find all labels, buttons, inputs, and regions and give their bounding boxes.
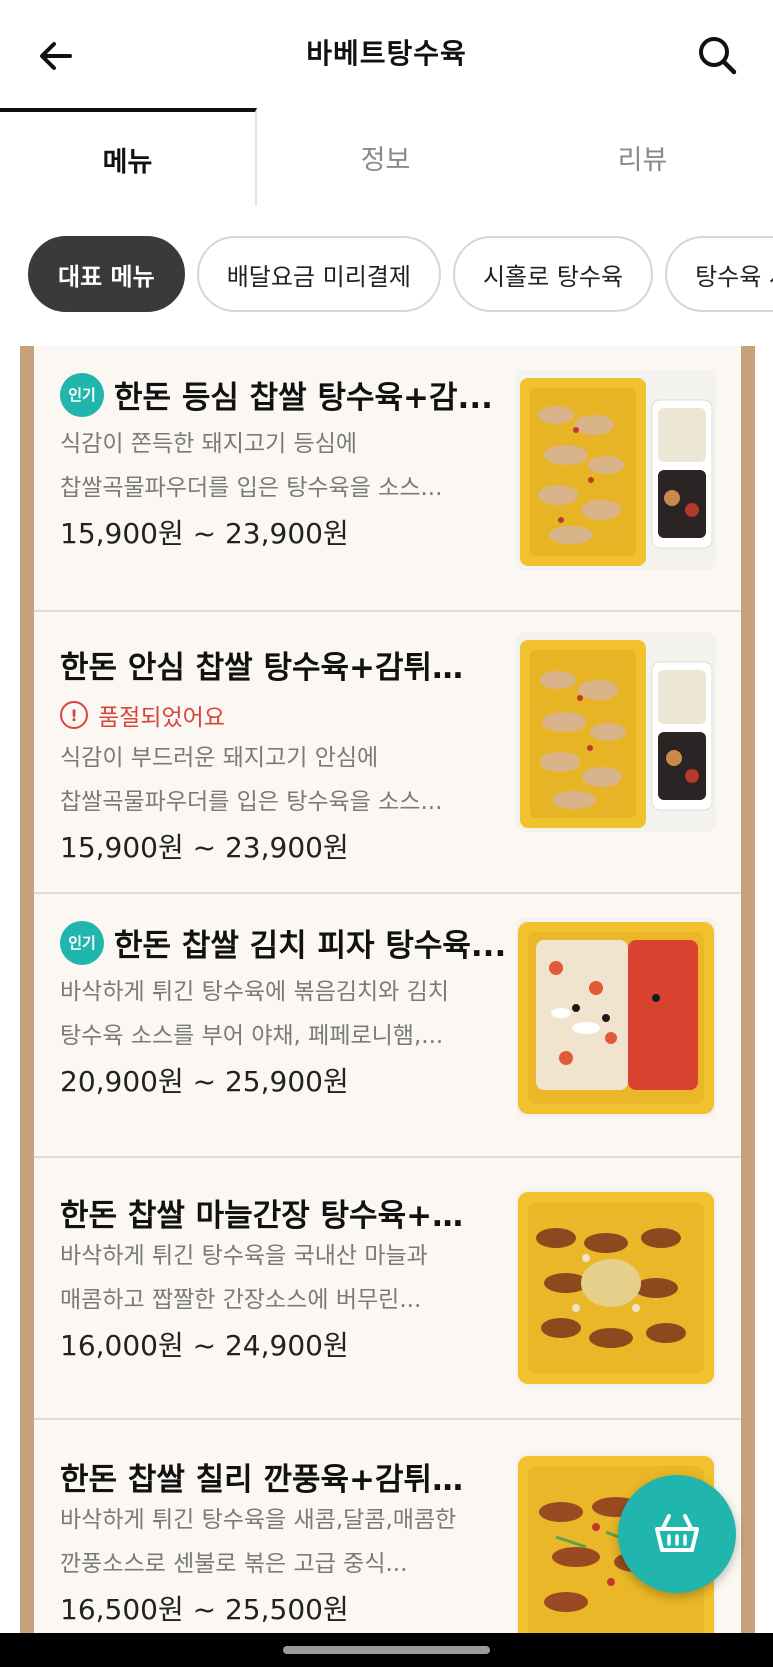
menu-item-price: 15,900원 ~ 23,900원 xyxy=(60,517,349,550)
menu-item-name: 한돈 등심 찹쌀 탕수육+감... xyxy=(114,380,493,416)
menu-item-name: 한돈 찹쌀 김치 피자 탕수육... xyxy=(114,928,507,964)
tab-menu[interactable]: 메뉴 xyxy=(0,108,257,206)
popular-badge: 인기 xyxy=(60,920,104,965)
menu-item[interactable]: 인기 한돈 찹쌀 김치 피자 탕수육... 바삭하게 튀긴 탕수육에 볶음김치와… xyxy=(34,894,741,1158)
menu-item-description: 식감이 쫀득한 돼지고기 등심에 찹쌀곡물파우더를 입은 탕수육을 소스... xyxy=(60,431,443,501)
tab-bar: 메뉴 정보 리뷰 xyxy=(0,108,773,208)
menu-item-description: 바삭하게 튀긴 탕수육을 국내산 마늘과 매콤하고 짭짤한 간장소스에 버무린.… xyxy=(60,1243,428,1313)
chip-signature-menu[interactable]: 대표 메뉴 xyxy=(28,236,185,312)
chip-delivery-prepay[interactable]: 배달요금 미리결제 xyxy=(196,236,441,312)
cart-button[interactable] xyxy=(618,1475,736,1593)
menu-item-image xyxy=(516,1188,716,1388)
menu-item[interactable]: 한돈 안심 찹쌀 탕수육+감튀+... ! 품절되었어요 식감이 부드러운 돼지… xyxy=(34,612,741,894)
app-header: 바베트탕수육 xyxy=(0,0,773,108)
menu-item-name: 한돈 찹쌀 마늘간장 탕수육+감... xyxy=(60,1198,470,1234)
menu-item-description: 바삭하게 튀긴 탕수육에 볶음김치와 김치 탕수육 소스를 부어 야채, 페페로… xyxy=(60,979,449,1049)
menu-item-price: 16,500원 ~ 25,500원 xyxy=(60,1593,349,1626)
basket-icon xyxy=(655,1514,699,1552)
menu-item-description: 바삭하게 튀긴 탕수육을 새콤,달콤,매콤한 깐풍소스로 센불로 볶은 고급 중… xyxy=(60,1507,457,1577)
chip-tangsuyuk-set[interactable]: 탕수육 세트 xyxy=(665,236,773,312)
menu-item[interactable]: 인기 한돈 등심 찹쌀 탕수육+감... 식감이 쫀득한 돼지고기 등심에 찹쌀… xyxy=(34,346,741,612)
menu-list: 인기 한돈 등심 찹쌀 탕수육+감... 식감이 쫀득한 돼지고기 등심에 찹쌀… xyxy=(34,346,741,1633)
menu-item-image xyxy=(516,370,716,570)
popular-badge: 인기 xyxy=(60,372,104,417)
menu-item-price: 16,000원 ~ 24,900원 xyxy=(60,1329,349,1362)
menu-item[interactable]: 한돈 찹쌀 마늘간장 탕수육+감... 바삭하게 튀긴 탕수육을 국내산 마늘과… xyxy=(34,1158,741,1420)
tab-info[interactable]: 정보 xyxy=(257,108,514,206)
alert-icon: ! xyxy=(60,701,88,729)
menu-item-price: 15,900원 ~ 23,900원 xyxy=(60,831,349,864)
menu-item-image xyxy=(516,632,716,832)
menu-item-price: 20,900원 ~ 25,900원 xyxy=(60,1065,349,1098)
chip-solo-tangsuyuk[interactable]: 시홀로 탕수육 xyxy=(452,236,654,312)
menu-item-name: 한돈 안심 찹쌀 탕수육+감튀+... xyxy=(60,650,470,686)
menu-item-image xyxy=(516,918,716,1118)
menu-item-name: 한돈 찹쌀 칠리 깐풍육+감튀+... xyxy=(60,1462,470,1498)
soldout-notice: ! 품절되었어요 xyxy=(60,698,225,732)
page-title: 바베트탕수육 xyxy=(306,37,467,70)
menu-item-description: 식감이 부드러운 돼지고기 안심에 찹쌀곡물파우더를 입은 탕수육을 소스... xyxy=(60,745,443,815)
system-navigation-bar xyxy=(0,1633,773,1667)
search-button[interactable] xyxy=(690,28,744,82)
home-indicator[interactable] xyxy=(283,1646,490,1654)
search-icon xyxy=(699,37,737,75)
tab-reviews[interactable]: 리뷰 xyxy=(514,108,771,206)
category-chip-bar: 대표 메뉴 배달요금 미리결제 시홀로 탕수육 탕수육 세트 xyxy=(0,206,773,346)
menu-list-frame: 인기 한돈 등심 찹쌀 탕수육+감... 식감이 쫀득한 돼지고기 등심에 찹쌀… xyxy=(20,346,755,1633)
